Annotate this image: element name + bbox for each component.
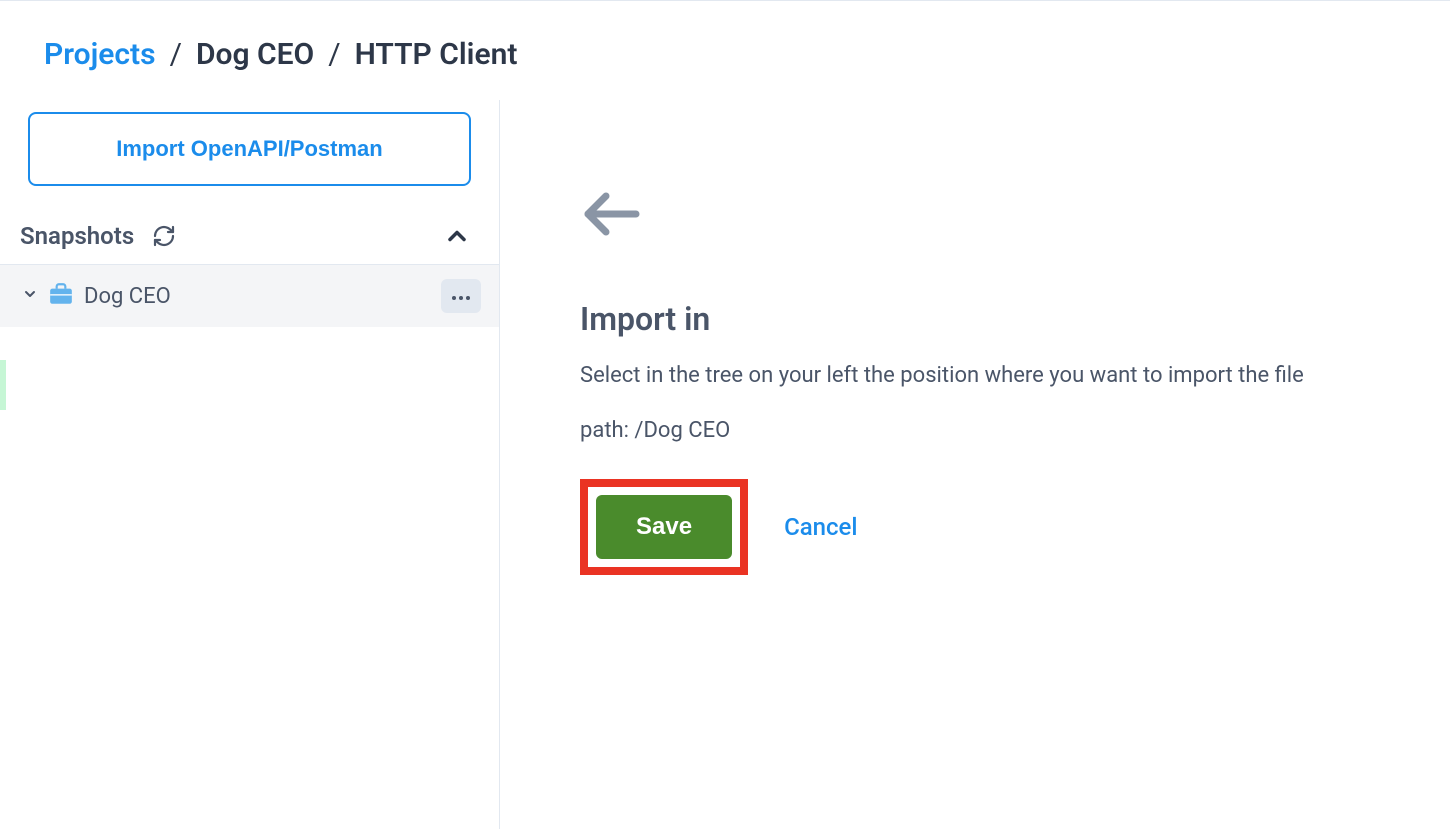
breadcrumb-projects-link[interactable]: Projects: [44, 37, 156, 72]
import-path-label: path: /Dog CEO: [580, 418, 1402, 443]
sidebar: Import OpenAPI/Postman Snapshots: [0, 100, 500, 829]
briefcase-icon: [48, 281, 74, 311]
import-openapi-button[interactable]: Import OpenAPI/Postman: [28, 112, 471, 186]
snapshot-tree: Dog CEO: [0, 264, 499, 327]
back-arrow-icon[interactable]: [580, 188, 1402, 244]
chevron-up-icon[interactable]: [443, 222, 471, 250]
tree-item-label: Dog CEO: [84, 284, 171, 309]
chevron-down-icon: [22, 286, 38, 306]
breadcrumb-project[interactable]: Dog CEO: [196, 37, 314, 72]
more-options-button[interactable]: [441, 279, 481, 313]
snapshots-label: Snapshots: [20, 222, 134, 250]
breadcrumb-separator: /: [170, 37, 182, 72]
import-panel-description: Select in the tree on your left the posi…: [580, 356, 1360, 396]
ellipsis-icon: [450, 289, 472, 304]
refresh-icon[interactable]: [152, 224, 176, 248]
sidebar-active-indicator: [0, 360, 6, 410]
import-panel-title: Import in: [580, 300, 1402, 338]
save-highlight-box: Save: [580, 479, 748, 575]
action-row: Save Cancel: [580, 479, 1402, 575]
save-button[interactable]: Save: [596, 495, 732, 559]
breadcrumb: Projects / Dog CEO / HTTP Client: [0, 1, 1450, 100]
main-panel: Import in Select in the tree on your lef…: [500, 100, 1450, 829]
tree-item-project[interactable]: Dog CEO: [0, 265, 499, 327]
cancel-link[interactable]: Cancel: [784, 513, 857, 541]
breadcrumb-current: HTTP Client: [355, 37, 518, 72]
breadcrumb-separator: /: [328, 37, 340, 72]
snapshots-header: Snapshots: [0, 210, 499, 264]
